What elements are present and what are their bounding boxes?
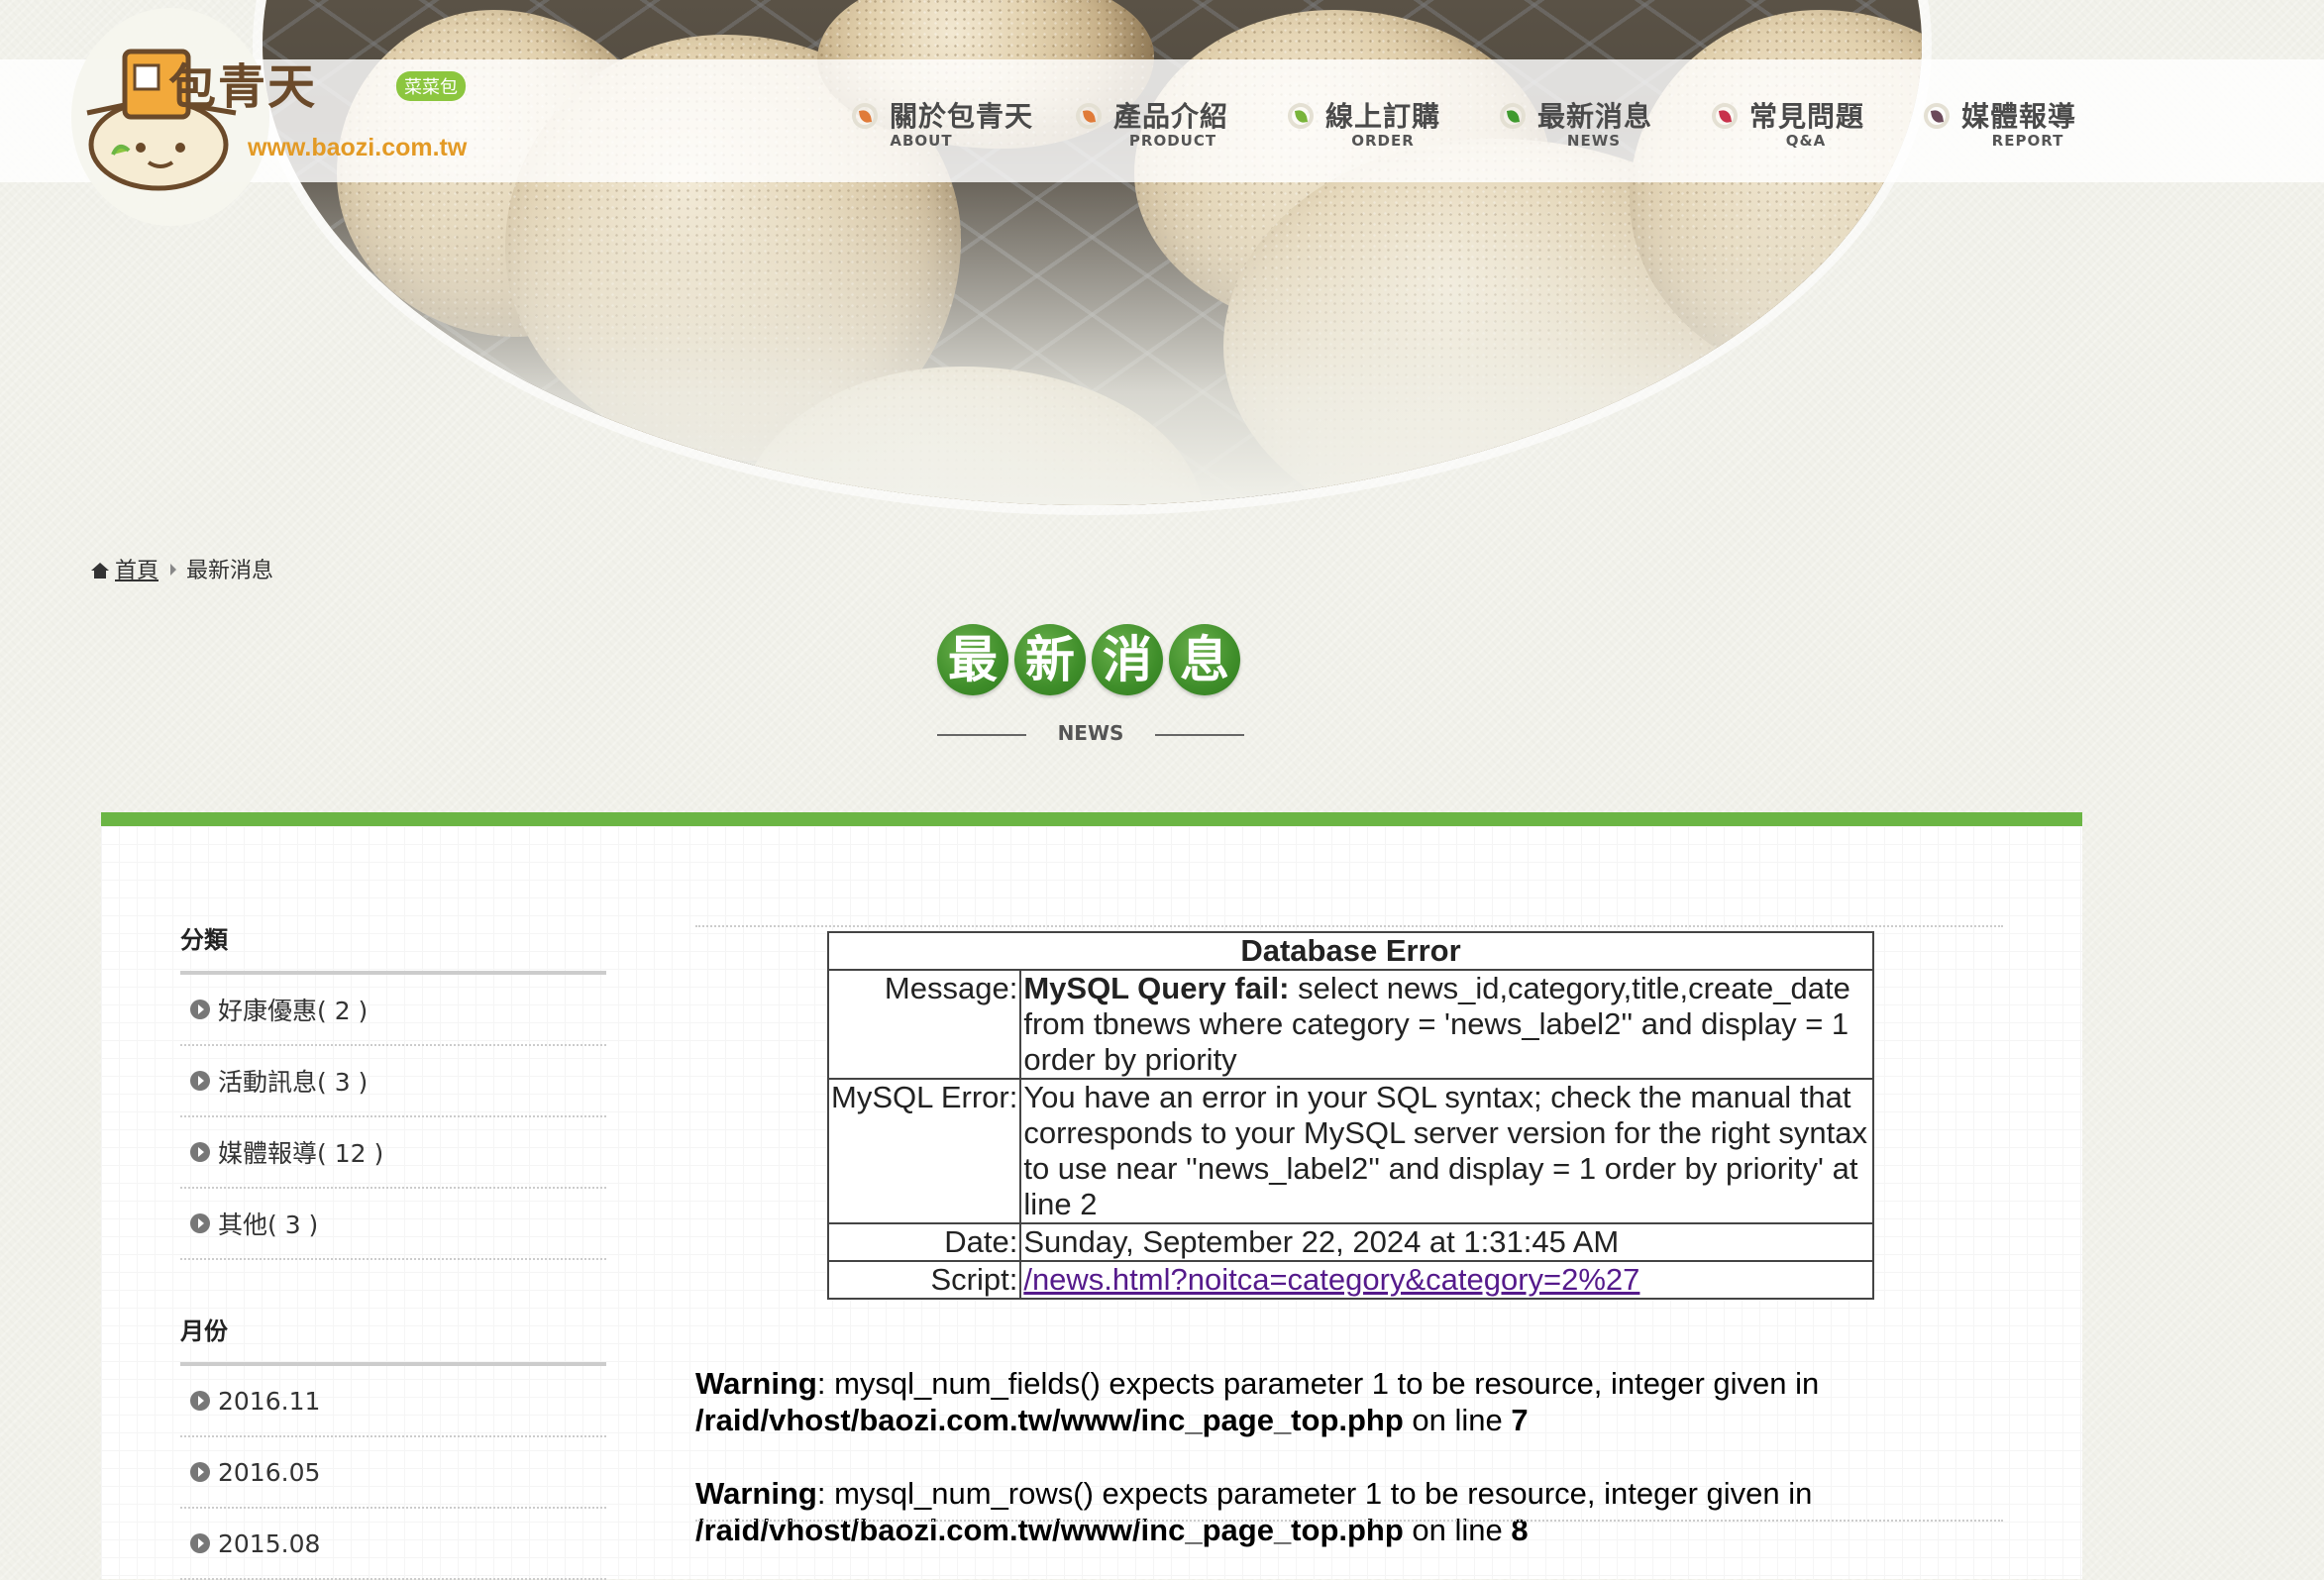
- error-message-bold: MySQL Query fail:: [1023, 971, 1290, 1005]
- nav-sublabel: NEWS: [1566, 132, 1622, 150]
- warning-on-line: on line: [1403, 1403, 1512, 1437]
- sidebar-item-category[interactable]: 其他( 3 ): [180, 1189, 606, 1260]
- error-label: Date:: [826, 1222, 1022, 1262]
- sidebar-item-label: 好康優惠( 2 ): [218, 997, 369, 1025]
- error-script: /news.html?noitca=category&category=2%27: [1019, 1260, 1874, 1300]
- nav-sublabel: ABOUT: [890, 132, 953, 150]
- sidebar-item-month[interactable]: 2016.05: [180, 1437, 606, 1509]
- sidebar-item-category[interactable]: 媒體報導( 12 ): [180, 1117, 606, 1189]
- warning-file: /raid/vhost/baozi.com.tw/www/inc_page_to…: [695, 1403, 1404, 1437]
- sidebar-item-label: 其他( 3 ): [218, 1211, 319, 1239]
- arrow-bullet-icon: [190, 1142, 210, 1162]
- error-label: Message:: [826, 969, 1022, 1080]
- nav-label: 常見問題: [1749, 100, 1865, 133]
- warning-file: /raid/vhost/baozi.com.tw/www/inc_page_to…: [695, 1513, 1404, 1547]
- hero-fade: [263, 129, 1922, 505]
- arrow-bullet-icon: [190, 1462, 210, 1482]
- error-label: Script:: [826, 1260, 1022, 1300]
- content-divider: [695, 1520, 2003, 1522]
- arrow-bullet-icon: [190, 1000, 210, 1019]
- content-panel: 分類 好康優惠( 2 ) 活動訊息( 3 ) 媒體報導( 12 ) 其他( 3 …: [101, 812, 2082, 1580]
- error-label: MySQL Error:: [826, 1078, 1022, 1224]
- arrow-bullet-icon: [190, 1391, 210, 1411]
- arrow-bullet-icon: [190, 1533, 210, 1553]
- nav-sublabel: PRODUCT: [1128, 132, 1217, 150]
- sidebar-section-title: 月份: [180, 1312, 606, 1366]
- arrow-bullet-icon: [190, 1071, 210, 1091]
- warning-label: Warning: [695, 1476, 817, 1511]
- php-warning: Warning: mysql_num_rows() expects parame…: [695, 1475, 2003, 1548]
- news-content: Database Error Message: MySQL Query fail…: [695, 925, 2003, 1547]
- nav-label: 媒體報導: [1961, 100, 2077, 133]
- leaf-icon: [1288, 103, 1314, 129]
- brand-name: 包青天: [168, 59, 318, 115]
- breadcrumb: 首頁 最新消息: [91, 553, 273, 584]
- sidebar-item-label: 2016.11: [218, 1386, 321, 1416]
- warning-line: 7: [1511, 1403, 1529, 1437]
- logo[interactable]: 包青天 菜菜包 www.baozi.com.tw: [0, 0, 495, 198]
- leaf-icon: [1500, 103, 1526, 129]
- nav-sublabel: REPORT: [1991, 132, 2064, 150]
- error-message: MySQL Query fail: select news_id,categor…: [1019, 969, 1874, 1080]
- home-icon: [91, 563, 109, 579]
- nav-label: 產品介紹: [1113, 100, 1229, 133]
- warning-on-line: on line: [1403, 1513, 1512, 1547]
- leaf-icon: [1712, 103, 1738, 129]
- warning-line: 8: [1511, 1513, 1529, 1547]
- mysql-error-text: You have an error in your SQL syntax; ch…: [1019, 1078, 1874, 1224]
- warning-message: : mysql_num_fields() expects parameter 1…: [816, 1366, 1820, 1401]
- title-char: 最: [937, 624, 1008, 695]
- nav-label: 關於包青天: [890, 100, 1034, 133]
- nav-label: 最新消息: [1537, 100, 1653, 133]
- script-link[interactable]: /news.html?noitca=category&category=2%27: [1023, 1262, 1639, 1297]
- breadcrumb-home-link[interactable]: 首頁: [115, 559, 158, 583]
- sidebar-item-label: 媒體報導( 12 ): [218, 1139, 384, 1168]
- page-title: 最新消息: [937, 624, 1246, 695]
- sidebar-section-title: 分類: [180, 920, 606, 975]
- title-char: 消: [1092, 624, 1163, 695]
- warning-label: Warning: [695, 1366, 817, 1401]
- sidebar-item-label: 2016.05: [218, 1457, 321, 1487]
- nav-sublabel: Q&A: [1785, 132, 1827, 150]
- page-subtitle: NEWS: [937, 721, 1244, 745]
- sidebar-item-category[interactable]: 活動訊息( 3 ): [180, 1046, 606, 1117]
- error-title: Database Error: [827, 931, 1874, 971]
- sidebar-item-label: 活動訊息( 3 ): [218, 1068, 369, 1097]
- title-char: 新: [1014, 624, 1086, 695]
- sidebar-months: 月份 2016.11 2016.05 2015.08: [180, 1312, 606, 1580]
- sidebar-item-month[interactable]: 2015.08: [180, 1509, 606, 1580]
- sidebar-categories: 分類 好康優惠( 2 ) 活動訊息( 3 ) 媒體報導( 12 ) 其他( 3 …: [180, 920, 606, 1260]
- arrow-bullet-icon: [190, 1213, 210, 1233]
- leaf-icon: [1076, 103, 1102, 129]
- breadcrumb-separator-icon: [170, 564, 177, 576]
- sidebar-item-month[interactable]: 2016.11: [180, 1366, 606, 1437]
- breadcrumb-current: 最新消息: [186, 559, 274, 583]
- database-error-table: Database Error Message: MySQL Query fail…: [826, 931, 1874, 1300]
- title-char: 息: [1169, 624, 1240, 695]
- brand-tag: 菜菜包: [396, 71, 466, 101]
- sidebar-item-label: 2015.08: [218, 1528, 321, 1558]
- leaf-icon: [1924, 103, 1950, 129]
- leaf-icon: [852, 103, 878, 129]
- sidebar-item-category[interactable]: 好康優惠( 2 ): [180, 975, 606, 1046]
- nav-label: 線上訂購: [1325, 100, 1441, 133]
- error-date: Sunday, September 22, 2024 at 1:31:45 AM: [1019, 1222, 1874, 1262]
- php-warning: Warning: mysql_num_fields() expects para…: [695, 1365, 2003, 1438]
- warning-message: : mysql_num_rows() expects parameter 1 t…: [816, 1476, 1813, 1511]
- brand-url: www.baozi.com.tw: [248, 134, 468, 161]
- nav-sublabel: ORDER: [1351, 132, 1415, 150]
